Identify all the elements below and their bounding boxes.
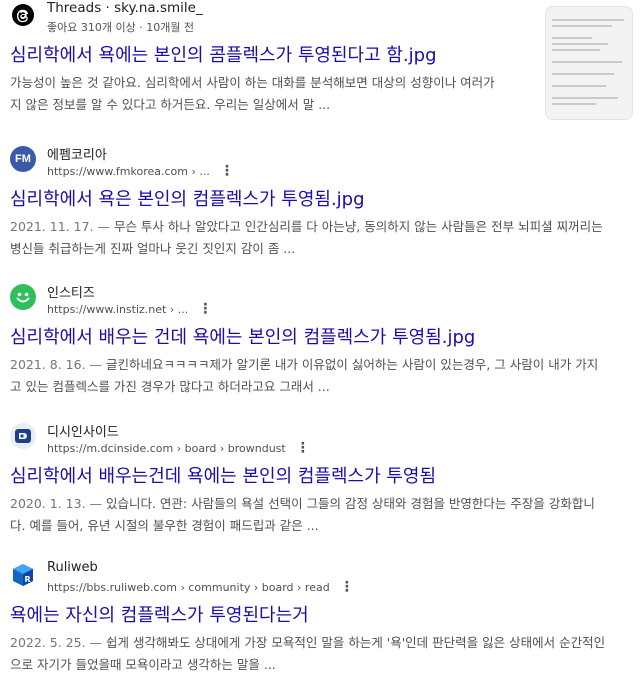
threads-logo-icon: [10, 2, 36, 28]
dcinside-logo-icon: [10, 423, 36, 449]
url-text: https://m.dcinside.com › board › browndu…: [47, 442, 286, 455]
snippet-line: 병신들 취급하는게 진짜 얼마나 웃긴 짓인지 감이 좀 ...: [10, 241, 296, 256]
result-url: https://bbs.ruliweb.com › community › bo…: [47, 579, 354, 595]
site-name: Threads · sky.na.smile_: [47, 0, 203, 16]
more-vert-icon[interactable]: ⋮: [220, 163, 234, 179]
url-text: https://www.fmkorea.com › ...: [47, 165, 210, 178]
url-text: https://www.instiz.net › ...: [47, 303, 189, 316]
url-text: https://bbs.ruliweb.com › community › bo…: [47, 581, 330, 594]
snippet-text: 무슨 투사 하나 알았다고 인간심리를 다 아는냥, 동의하지 않는 사람들은 …: [109, 219, 603, 234]
result-title-link[interactable]: 심리학에서 욕에는 본인의 콤플렉스가 투영된다고 함.jpg: [10, 44, 540, 68]
result-date: 2022. 5. 25. —: [10, 635, 103, 650]
result-title-link[interactable]: 심리학에서 욕은 본인의 컴플렉스가 투영됨.jpg: [10, 188, 610, 212]
snippet-line: 가능성이 높은 것 같아요. 심리학에서 사람이 하는 대화를 분석해보면 대상…: [10, 75, 495, 90]
site-name: 에펨코리아: [47, 148, 107, 163]
result-source[interactable]: 디시인사이드 https://m.dcinside.com › board › …: [10, 421, 610, 457]
result-title-link[interactable]: 심리학에서 배우는 건데 욕에는 본인의 컴플렉스가 투영됨.jpg: [10, 326, 610, 350]
result-source[interactable]: FM 에펨코리아 https://www.fmkorea.com › ... ⋮: [10, 144, 610, 180]
search-result: 디시인사이드 https://m.dcinside.com › board › …: [10, 421, 610, 537]
more-vert-icon[interactable]: ⋮: [198, 301, 212, 317]
snippet-line: 고 있는 컴플렉스를 가진 경우가 많다고 하더라고요 그래서 ...: [10, 379, 330, 394]
snippet-text: 쉽게 생각해봐도 상대에게 가장 모욕적인 말을 하는게 '욕'인데 판단력을 …: [102, 635, 606, 650]
snippet-line: 2020. 1. 13. — 있습니다. 연관: 사람들의 욕설 선택이 그들의…: [10, 493, 610, 515]
snippet-line: 2021. 11. 17. — 무슨 투사 하나 알았다고 인간심리를 다 아는…: [10, 216, 610, 238]
site-name: Ruliweb: [47, 560, 98, 575]
result-source[interactable]: Threads · sky.na.smile_ 좋아요 310개 이상 · 10…: [10, 0, 540, 36]
snippet-text: 글킨하네요ㅋㅋㅋㅋ제가 알기론 내가 이유없이 싫어하는 사람이 있는경우, 그…: [102, 357, 599, 372]
result-date: 2020. 1. 13. —: [10, 496, 103, 511]
result-meta: 좋아요 310개 이상 · 10개월 전: [47, 21, 195, 34]
result-thumbnail-image[interactable]: [545, 6, 633, 120]
result-snippet: 2020. 1. 13. — 있습니다. 연관: 사람들의 욕설 선택이 그들의…: [10, 493, 610, 537]
svg-text:R: R: [25, 575, 31, 584]
snippet-line: 2021. 8. 16. — 글킨하네요ㅋㅋㅋㅋ제가 알기론 내가 이유없이 싫…: [10, 354, 610, 376]
ruliweb-logo-icon: R: [10, 562, 36, 588]
snippet-line: 으로 자기가 들었을때 모욕이라고 생각하는 말을 ...: [10, 657, 276, 672]
result-snippet: 2021. 11. 17. — 무슨 투사 하나 알았다고 인간심리를 다 아는…: [10, 216, 610, 260]
snippet-line: 지 않은 정보를 알 수 있다고 하거든요. 우리는 일상에서 말 ...: [10, 97, 331, 112]
snippet-line: 다. 예를 들어, 유년 시절의 불우한 경험이 패드립과 같은 ...: [10, 518, 319, 533]
search-result: R Ruliweb https://bbs.ruliweb.com › comm…: [10, 560, 610, 676]
site-name: 인스티즈: [47, 286, 95, 301]
result-title-link[interactable]: 심리학에서 배우는건데 욕에는 본인의 컴플렉스가 투영됨: [10, 465, 610, 489]
result-url: https://m.dcinside.com › board › browndu…: [47, 440, 310, 456]
result-snippet: 가능성이 높은 것 같아요. 심리학에서 사람이 하는 대화를 분석해보면 대상…: [10, 72, 540, 116]
result-url: https://www.instiz.net › ... ⋮: [47, 301, 212, 317]
result-date: 2021. 11. 17. —: [10, 219, 110, 234]
search-result: Threads · sky.na.smile_ 좋아요 310개 이상 · 10…: [10, 0, 540, 116]
search-result: FM 에펨코리아 https://www.fmkorea.com › ... ⋮ …: [10, 144, 610, 260]
result-title-link[interactable]: 욕에는 자신의 컴플렉스가 투영된다는거: [10, 604, 610, 628]
fmkorea-logo-icon: FM: [10, 146, 36, 172]
site-name: 디시인사이드: [47, 425, 119, 440]
more-vert-icon[interactable]: ⋮: [296, 440, 310, 456]
instiz-smiley-icon: [10, 284, 36, 310]
result-snippet: 2021. 8. 16. — 글킨하네요ㅋㅋㅋㅋ제가 알기론 내가 이유없이 싫…: [10, 354, 610, 398]
snippet-line: 2022. 5. 25. — 쉽게 생각해봐도 상대에게 가장 모욕적인 말을 …: [10, 632, 610, 654]
favicon-text: FM: [15, 153, 31, 165]
result-url: https://www.fmkorea.com › ... ⋮: [47, 163, 234, 179]
search-result: 인스티즈 https://www.instiz.net › ... ⋮ 심리학에서…: [10, 282, 610, 398]
snippet-text: 있습니다. 연관: 사람들의 욕설 선택이 그들의 감정 상태와 경험을 반영한…: [102, 496, 595, 511]
result-snippet: 2022. 5. 25. — 쉽게 생각해봐도 상대에게 가장 모욕적인 말을 …: [10, 632, 610, 676]
result-date: 2021. 8. 16. —: [10, 357, 103, 372]
result-source[interactable]: R Ruliweb https://bbs.ruliweb.com › comm…: [10, 560, 610, 596]
result-source[interactable]: 인스티즈 https://www.instiz.net › ... ⋮: [10, 282, 610, 318]
more-vert-icon[interactable]: ⋮: [340, 579, 354, 595]
